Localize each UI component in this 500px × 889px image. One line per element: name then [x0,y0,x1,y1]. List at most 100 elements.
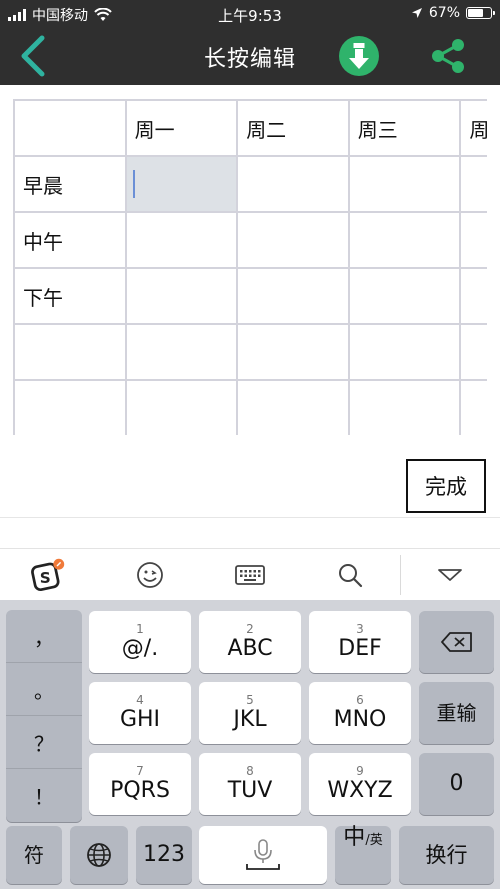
table-cell[interactable] [347,323,462,381]
status-bar: 中国移动 上午9:53 67% [0,0,500,28]
sogou-logo-icon[interactable]: S [30,557,66,593]
row-label-cell[interactable] [13,379,127,435]
microphone-icon [246,839,280,870]
key-number: 1 [136,622,144,636]
key-1[interactable]: 1 @/. [89,611,191,673]
table-cell[interactable] [347,267,462,325]
table-cell[interactable] [124,267,239,325]
table-row [13,323,487,381]
key-label: PQRS [110,778,170,803]
table-cell[interactable] [13,99,127,157]
table-header-cell[interactable]: 周四 [459,99,487,157]
key-label: WXYZ [327,778,393,803]
table-cell[interactable] [347,211,462,269]
key-label: 中 [343,825,366,850]
key-8[interactable]: 8 TUV [199,753,301,815]
key-label: ABC [227,636,273,661]
collapse-icon[interactable] [432,557,468,593]
table-header-cell[interactable]: 周二 [236,99,350,157]
key-2[interactable]: 2 ABC [199,611,301,673]
done-button[interactable]: 完成 [406,459,486,513]
key-number: 5 [246,693,254,707]
table-cell[interactable] [124,211,239,269]
key-label: 符 [24,843,44,867]
table-cell[interactable] [347,155,462,213]
globe-key[interactable] [70,826,128,884]
table-cell[interactable] [236,323,350,381]
key-9[interactable]: 9 WXYZ [309,753,411,815]
key-label: 换行 [425,843,468,867]
table-cell[interactable] [459,155,487,213]
key-number: 9 [356,764,364,778]
key-6[interactable]: 6 MNO [309,682,411,744]
punct-key[interactable]: ！ [6,769,82,822]
table-row: 早晨 [13,155,487,213]
enter-key[interactable]: 换行 [399,826,494,884]
row-label-cell[interactable] [13,323,127,381]
share-icon[interactable] [428,36,468,76]
table-cell[interactable] [347,379,462,435]
key-label: 0 [449,771,464,796]
key-3[interactable]: 3 DEF [309,611,411,673]
battery-icon [466,7,495,19]
page-title: 长按编辑 [203,47,296,72]
num-mode-key[interactable]: 123 [136,826,192,884]
status-right: 67% [411,5,495,21]
table-header-cell[interactable]: 周三 [347,99,462,157]
table-row [13,379,487,435]
punctuation-column: ， 。 ？ ！ [6,610,82,822]
table-cell[interactable] [236,267,350,325]
table-cell[interactable] [459,211,487,269]
divider [0,517,500,518]
table-row: 下午 [13,267,487,325]
table-cell[interactable] [236,379,350,435]
key-number: 6 [356,693,364,707]
table-cell[interactable] [459,323,487,381]
search-icon[interactable] [332,557,368,593]
key-label: @/. [121,636,159,661]
key-label: GHI [119,707,161,732]
key-label: DEF [338,636,382,661]
backspace-key[interactable] [419,611,494,673]
punct-key[interactable]: ， [6,610,82,663]
table-cell[interactable] [124,323,239,381]
space-key[interactable] [199,826,327,884]
battery-level [468,9,483,17]
table-cell-active[interactable] [124,155,239,213]
reinput-key[interactable]: 重输 [419,682,494,744]
table-header-cell[interactable]: 周一 [124,99,239,157]
nav-bar: 长按编辑 [0,28,500,85]
location-icon [411,8,422,18]
table-row: 中午 [13,211,487,269]
download-icon[interactable] [339,36,379,76]
key-number: 4 [136,693,144,707]
battery-percent: 67% [428,5,460,21]
timetable: 周一 周二 周三 周四 早晨 中午 下午 [13,99,487,435]
key-label: TUV [227,778,273,803]
key-5[interactable]: 5 JKL [199,682,301,744]
key-number: 2 [246,622,254,636]
table-cell[interactable] [236,211,350,269]
symbol-key[interactable]: 符 [6,826,62,884]
key-number: 3 [356,622,364,636]
key-number: 7 [136,764,144,778]
row-label-cell[interactable]: 中午 [13,211,127,269]
table-cell[interactable] [236,155,350,213]
chevron-left-icon[interactable] [14,34,58,78]
language-switch-key[interactable]: 中 /英 [335,826,391,884]
zero-key[interactable]: 0 [419,753,494,815]
punct-key[interactable]: ？ [6,716,82,769]
svg-text:S: S [40,569,51,587]
row-label-cell[interactable]: 早晨 [13,155,127,213]
table-cell[interactable] [124,379,239,435]
key-7[interactable]: 7 PQRS [89,753,191,815]
keyboard-icon[interactable] [232,557,268,593]
keyboard: ， 。 ？ ！ 1 @/. 2 ABC 3 DEF 4 GHI 5 JKL 6 … [0,600,500,889]
punct-key[interactable]: 。 [6,663,82,716]
row-label-cell[interactable]: 下午 [13,267,127,325]
table-cell[interactable] [459,267,487,325]
key-4[interactable]: 4 GHI [89,682,191,744]
table-cell[interactable] [459,379,487,435]
emoji-icon[interactable] [132,557,168,593]
text-caret [132,170,135,198]
